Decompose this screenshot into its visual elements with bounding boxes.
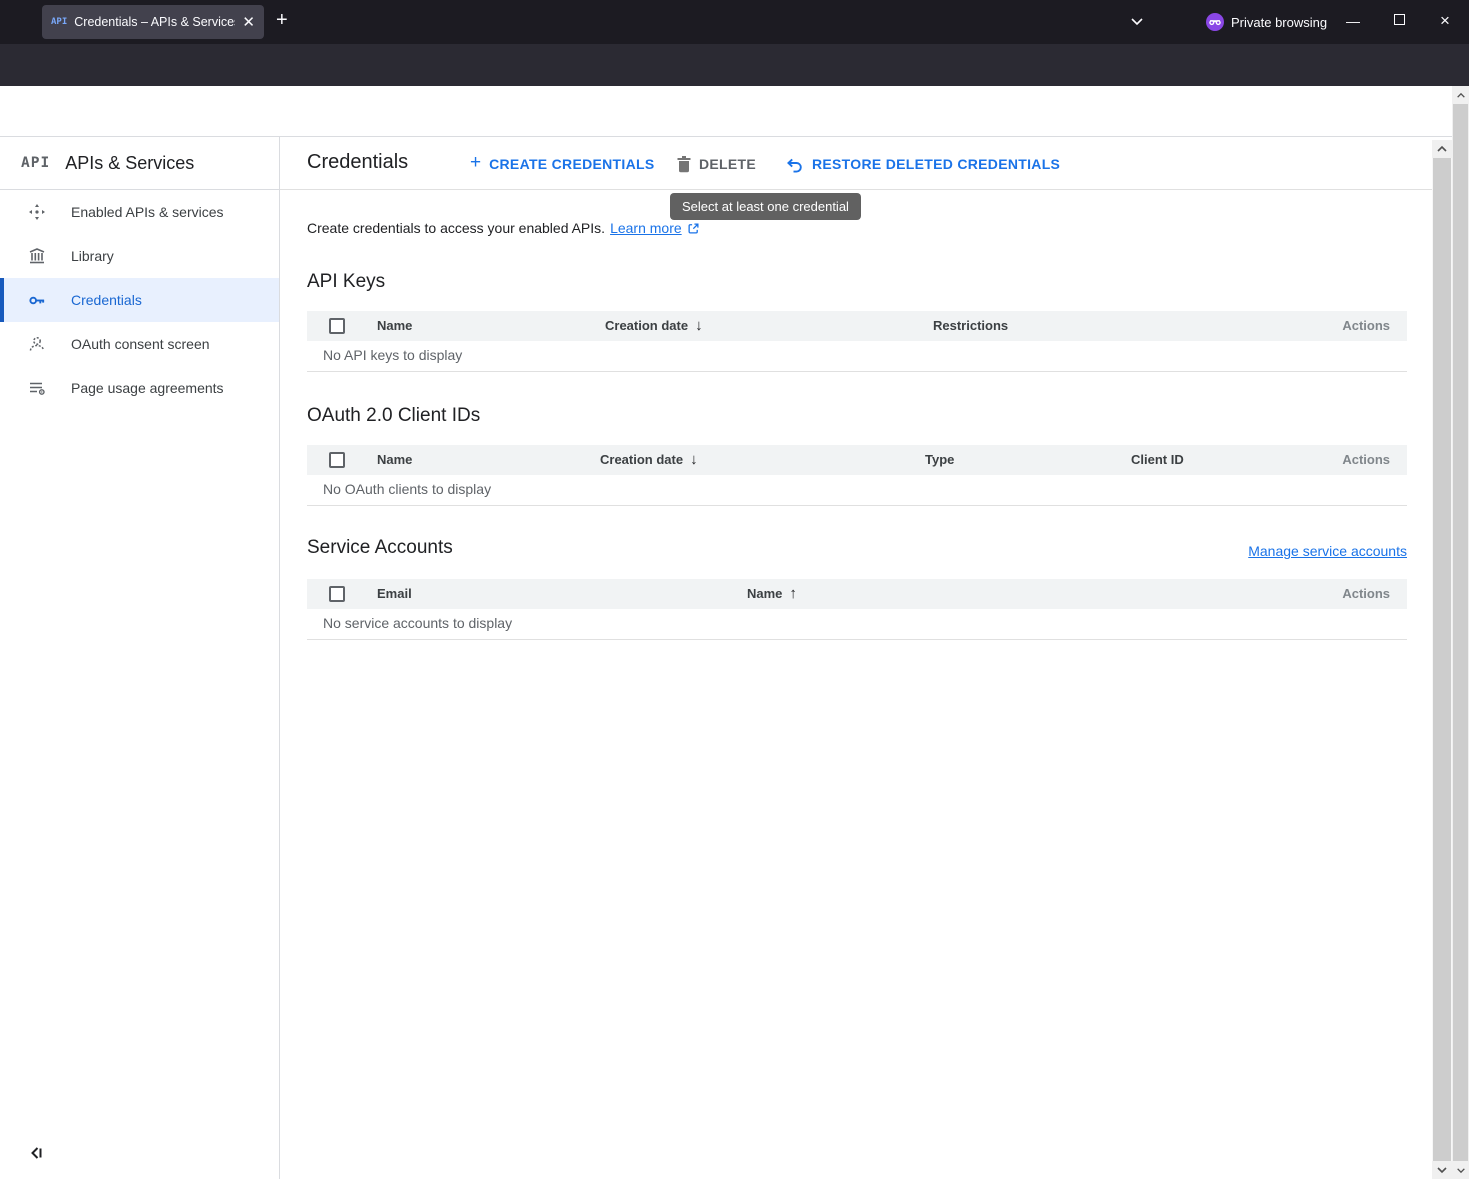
- list-tabs-chevron-icon[interactable]: [1130, 14, 1144, 28]
- sidebar-header: API APIs & Services: [0, 137, 279, 190]
- oauth-consent-icon: [28, 335, 46, 353]
- sidebar-item-credentials[interactable]: Credentials: [0, 278, 279, 322]
- column-client-id: Client ID: [1131, 445, 1184, 475]
- oauth-heading: OAuth 2.0 Client IDs: [307, 405, 480, 427]
- api-favicon-icon: API: [51, 17, 67, 27]
- sidebar-title: APIs & Services: [65, 153, 194, 174]
- scroll-up-icon[interactable]: [1432, 140, 1452, 158]
- sidebar-item-page-usage[interactable]: Page usage agreements: [0, 366, 279, 410]
- external-link-icon: [687, 222, 700, 235]
- browser-nav-bar: ← → https://console.cloud.google.com/api…: [0, 44, 1469, 86]
- scroll-down-icon[interactable]: [1452, 1161, 1469, 1179]
- manage-service-accounts-link[interactable]: Manage service accounts: [1248, 543, 1407, 559]
- sidebar-item-library[interactable]: Library: [0, 234, 279, 278]
- page-title: Credentials: [307, 151, 408, 174]
- library-icon: [28, 247, 46, 265]
- undo-arrow-icon: [785, 156, 804, 173]
- service-accounts-empty-row: No service accounts to display: [307, 609, 1407, 640]
- tooltip: Select at least one credential: [670, 193, 861, 220]
- column-actions: Actions: [1342, 311, 1390, 341]
- scroll-up-icon[interactable]: [1452, 86, 1469, 104]
- scrollbar-thumb[interactable]: [1453, 104, 1468, 1161]
- tab-title: Credentials – APIs & Services – z: [74, 15, 235, 29]
- column-type: Type: [925, 445, 954, 475]
- api-logo: API: [21, 155, 50, 171]
- key-icon: [28, 291, 46, 309]
- create-credentials-button[interactable]: + CREATE CREDENTIALS: [470, 152, 654, 176]
- oauth-table-header: Name Creation date↓ Type Client ID Actio…: [307, 445, 1407, 475]
- sort-desc-icon: ↓: [690, 445, 698, 475]
- enabled-apis-icon: [28, 203, 46, 221]
- window-maximize-button[interactable]: [1387, 11, 1411, 25]
- column-creation-date[interactable]: Creation date↓: [600, 445, 698, 475]
- browser-tab-bar: API Credentials – APIs & Services – z ✕ …: [0, 0, 1469, 44]
- service-accounts-table-header: Email Name↑ Actions: [307, 579, 1407, 609]
- browser-tab[interactable]: API Credentials – APIs & Services – z ✕: [42, 5, 264, 39]
- collapse-sidebar-button[interactable]: [28, 1145, 44, 1161]
- sort-asc-icon: ↑: [789, 579, 797, 609]
- column-name[interactable]: Name↑: [747, 579, 797, 609]
- window-close-button[interactable]: ×: [1433, 11, 1457, 31]
- page-usage-agreements-icon: [28, 379, 46, 397]
- column-email[interactable]: Email: [377, 579, 412, 609]
- column-creation-date[interactable]: Creation date↓: [605, 311, 703, 341]
- column-name[interactable]: Name: [377, 445, 412, 475]
- main-content: Credentials + CREATE CREDENTIALS DELETE …: [280, 137, 1432, 1179]
- column-actions: Actions: [1342, 445, 1390, 475]
- credentials-header: Credentials + CREATE CREDENTIALS DELETE …: [280, 137, 1432, 190]
- select-all-checkbox[interactable]: [329, 318, 345, 334]
- select-all-checkbox[interactable]: [329, 586, 345, 602]
- sort-desc-icon: ↓: [695, 311, 703, 341]
- select-all-checkbox[interactable]: [329, 452, 345, 468]
- sidebar-item-oauth-consent[interactable]: OAuth consent screen: [0, 322, 279, 366]
- service-accounts-heading: Service Accounts: [307, 537, 453, 559]
- scrollbar-thumb[interactable]: [1433, 158, 1451, 1161]
- private-browsing-mask-icon: [1205, 12, 1225, 32]
- gcp-top-bar: GoogleCloud zrok Search (/) for resource…: [0, 86, 1469, 137]
- api-keys-empty-row: No API keys to display: [307, 341, 1407, 372]
- sidebar: API APIs & Services Enabled APIs & servi…: [0, 137, 280, 1179]
- trash-icon: [675, 155, 691, 173]
- api-keys-table-header: Name Creation date↓ Restrictions Actions: [307, 311, 1407, 341]
- window-scrollbar[interactable]: [1452, 86, 1469, 1179]
- column-restrictions: Restrictions: [933, 311, 1008, 341]
- sidebar-item-enabled-apis[interactable]: Enabled APIs & services: [0, 190, 279, 234]
- private-browsing-label: Private browsing: [1231, 15, 1327, 30]
- scroll-down-icon[interactable]: [1432, 1161, 1452, 1179]
- plus-icon: +: [470, 152, 481, 174]
- column-actions: Actions: [1342, 579, 1390, 609]
- window-minimize-button[interactable]: —: [1341, 13, 1365, 29]
- delete-button[interactable]: DELETE: [675, 152, 756, 176]
- restore-deleted-credentials-button[interactable]: RESTORE DELETED CREDENTIALS: [785, 152, 1060, 176]
- column-name[interactable]: Name: [377, 311, 412, 341]
- oauth-empty-row: No OAuth clients to display: [307, 475, 1407, 506]
- tab-close-icon[interactable]: ✕: [242, 15, 255, 30]
- new-tab-button[interactable]: +: [276, 9, 288, 32]
- page-description: Create credentials to access your enable…: [307, 220, 700, 236]
- api-keys-heading: API Keys: [307, 271, 385, 293]
- content-scrollbar[interactable]: [1432, 140, 1452, 1179]
- learn-more-link[interactable]: Learn more: [610, 220, 682, 236]
